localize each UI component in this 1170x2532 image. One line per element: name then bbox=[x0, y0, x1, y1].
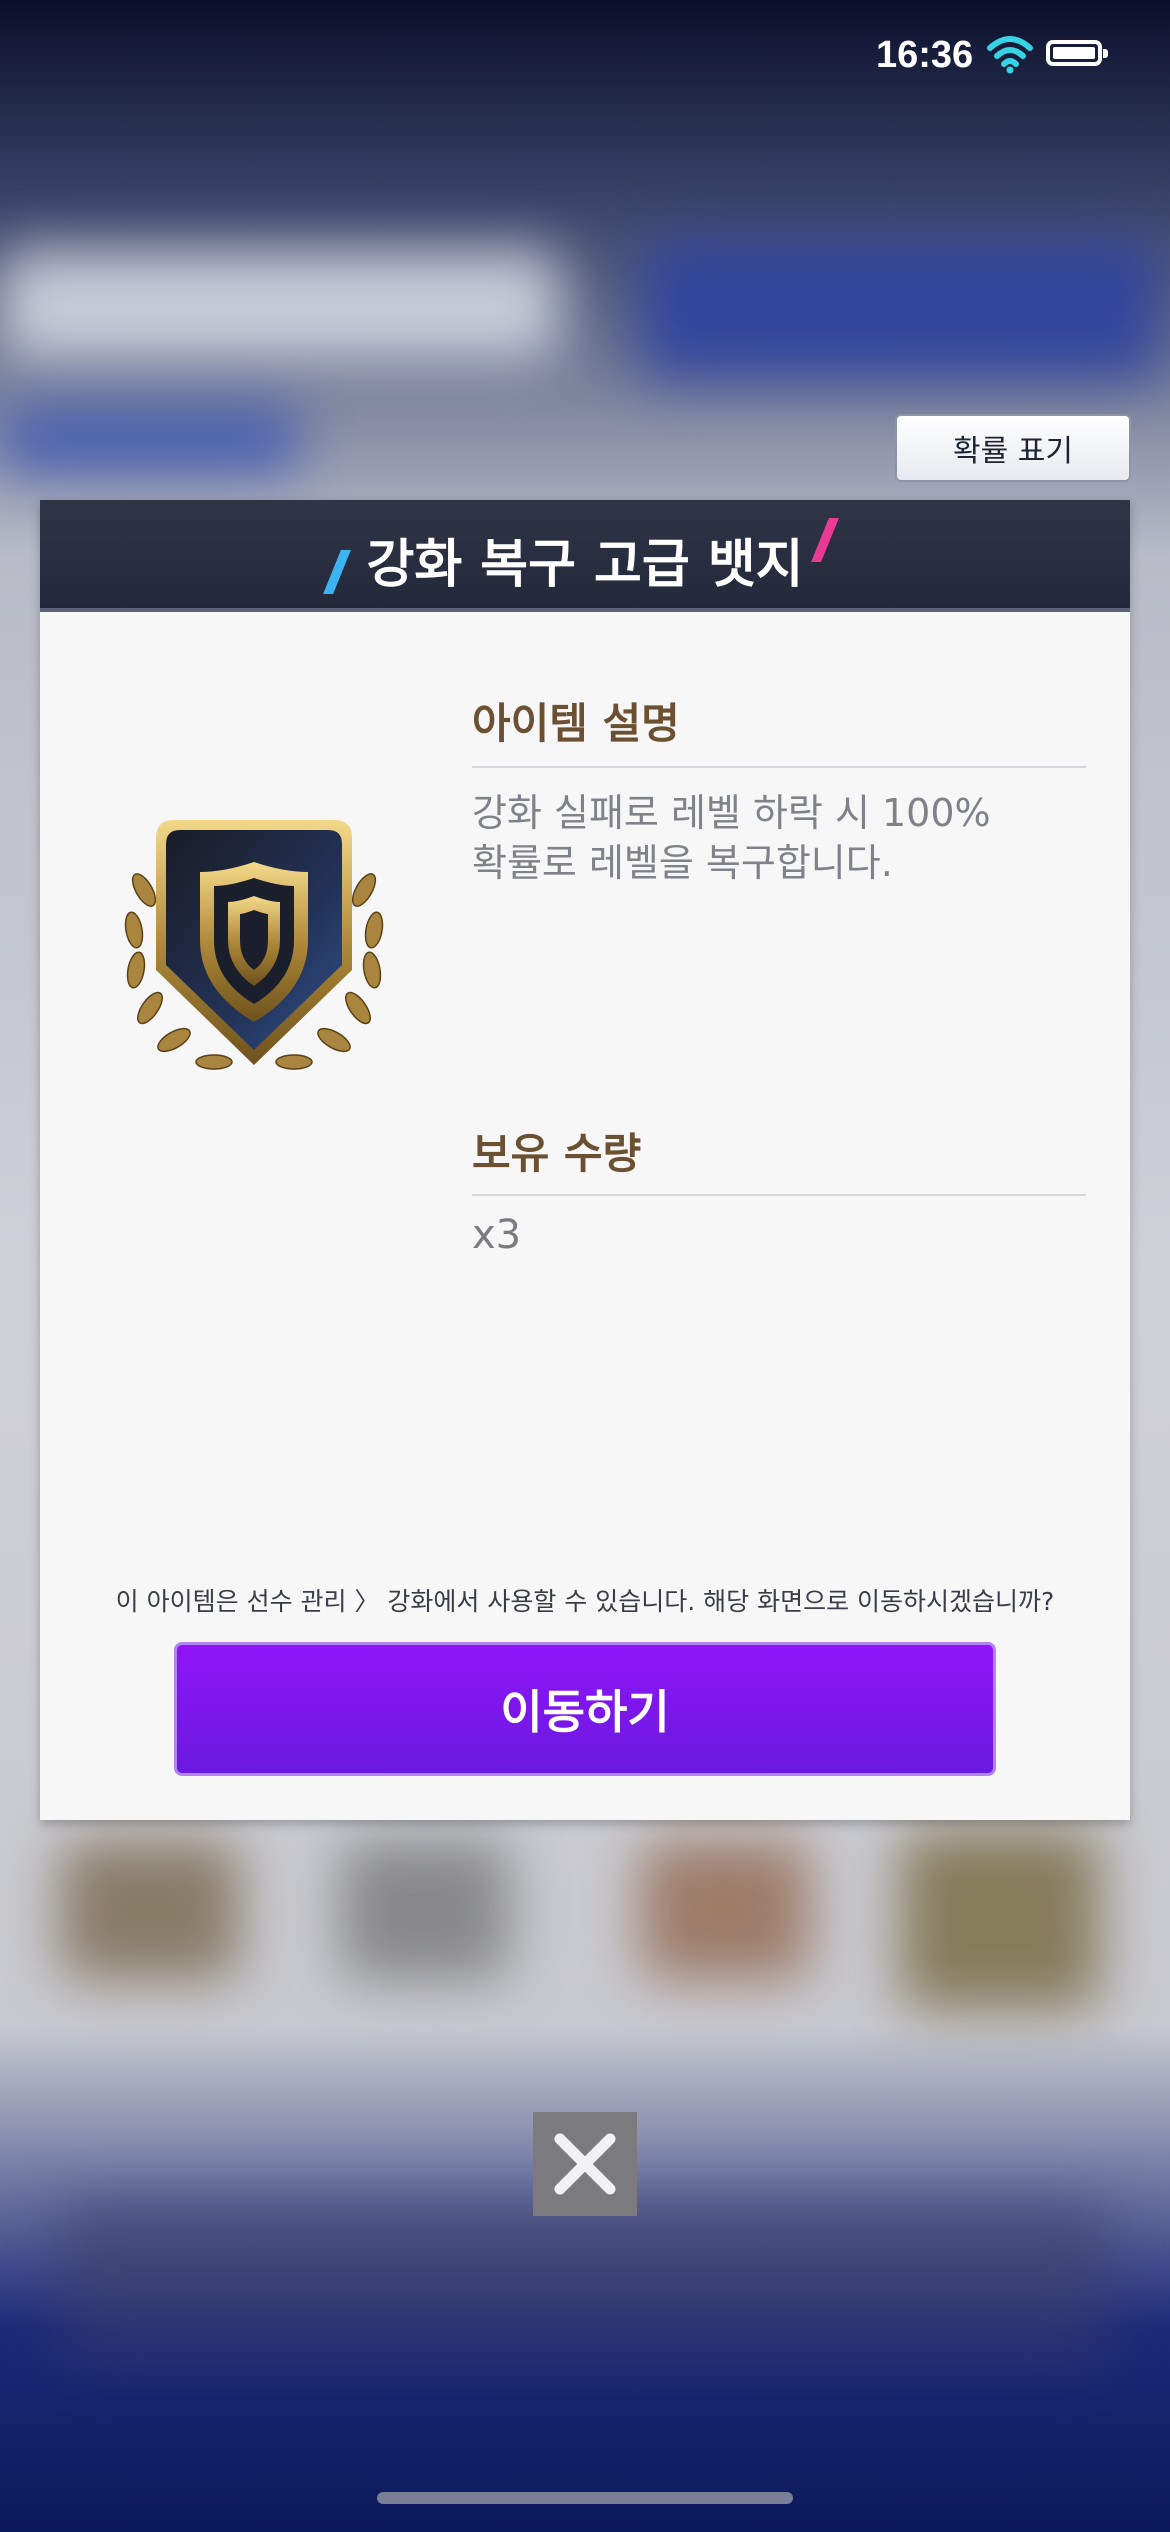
background-blur bbox=[0, 250, 560, 360]
background-blur bbox=[340, 1840, 510, 1980]
navigation-notice: 이 아이템은 선수 관리 〉 강화에서 사용할 수 있습니다. 해당 화면으로 … bbox=[115, 1587, 1055, 1616]
background-blur bbox=[900, 1830, 1100, 2010]
item-description: 강화 실패로 레벨 하락 시 100% 확률로 레벨을 복구합니다. bbox=[472, 788, 1092, 888]
close-button[interactable] bbox=[533, 2112, 637, 2216]
item-info-modal: 강화 복구 고급 뱃지 아이템 설명 강화 실패로 레벨 하락 시 100% 확… bbox=[40, 500, 1130, 1820]
go-button[interactable]: 이동하기 bbox=[174, 1642, 996, 1776]
battery-icon bbox=[1046, 40, 1108, 66]
description-line: 강화 실패로 레벨 하락 시 100% bbox=[472, 791, 991, 835]
home-indicator[interactable] bbox=[377, 2492, 793, 2504]
quantity-title: 보유 수량 bbox=[472, 1129, 642, 1178]
background-blur bbox=[60, 1840, 240, 1980]
background-blur bbox=[640, 240, 1160, 380]
modal-header: 강화 복구 고급 뱃지 bbox=[40, 500, 1130, 612]
probability-display-button[interactable]: 확률 표기 bbox=[895, 414, 1131, 482]
divider bbox=[472, 1194, 1086, 1196]
background-blur bbox=[640, 1840, 810, 1980]
shield-badge-icon bbox=[124, 820, 384, 1070]
description-line: 확률로 레벨을 복구합니다. bbox=[472, 841, 893, 885]
description-title: 아이템 설명 bbox=[472, 699, 680, 748]
divider bbox=[472, 766, 1086, 768]
status-time: 16:36 bbox=[876, 34, 974, 76]
close-icon bbox=[554, 2133, 616, 2195]
background-blur bbox=[0, 410, 300, 470]
modal-title: 강화 복구 고급 뱃지 bbox=[366, 535, 804, 595]
wifi-icon bbox=[987, 36, 1033, 74]
background-blur bbox=[60, 2200, 1110, 2360]
quantity-value: x3 bbox=[472, 1212, 522, 1258]
